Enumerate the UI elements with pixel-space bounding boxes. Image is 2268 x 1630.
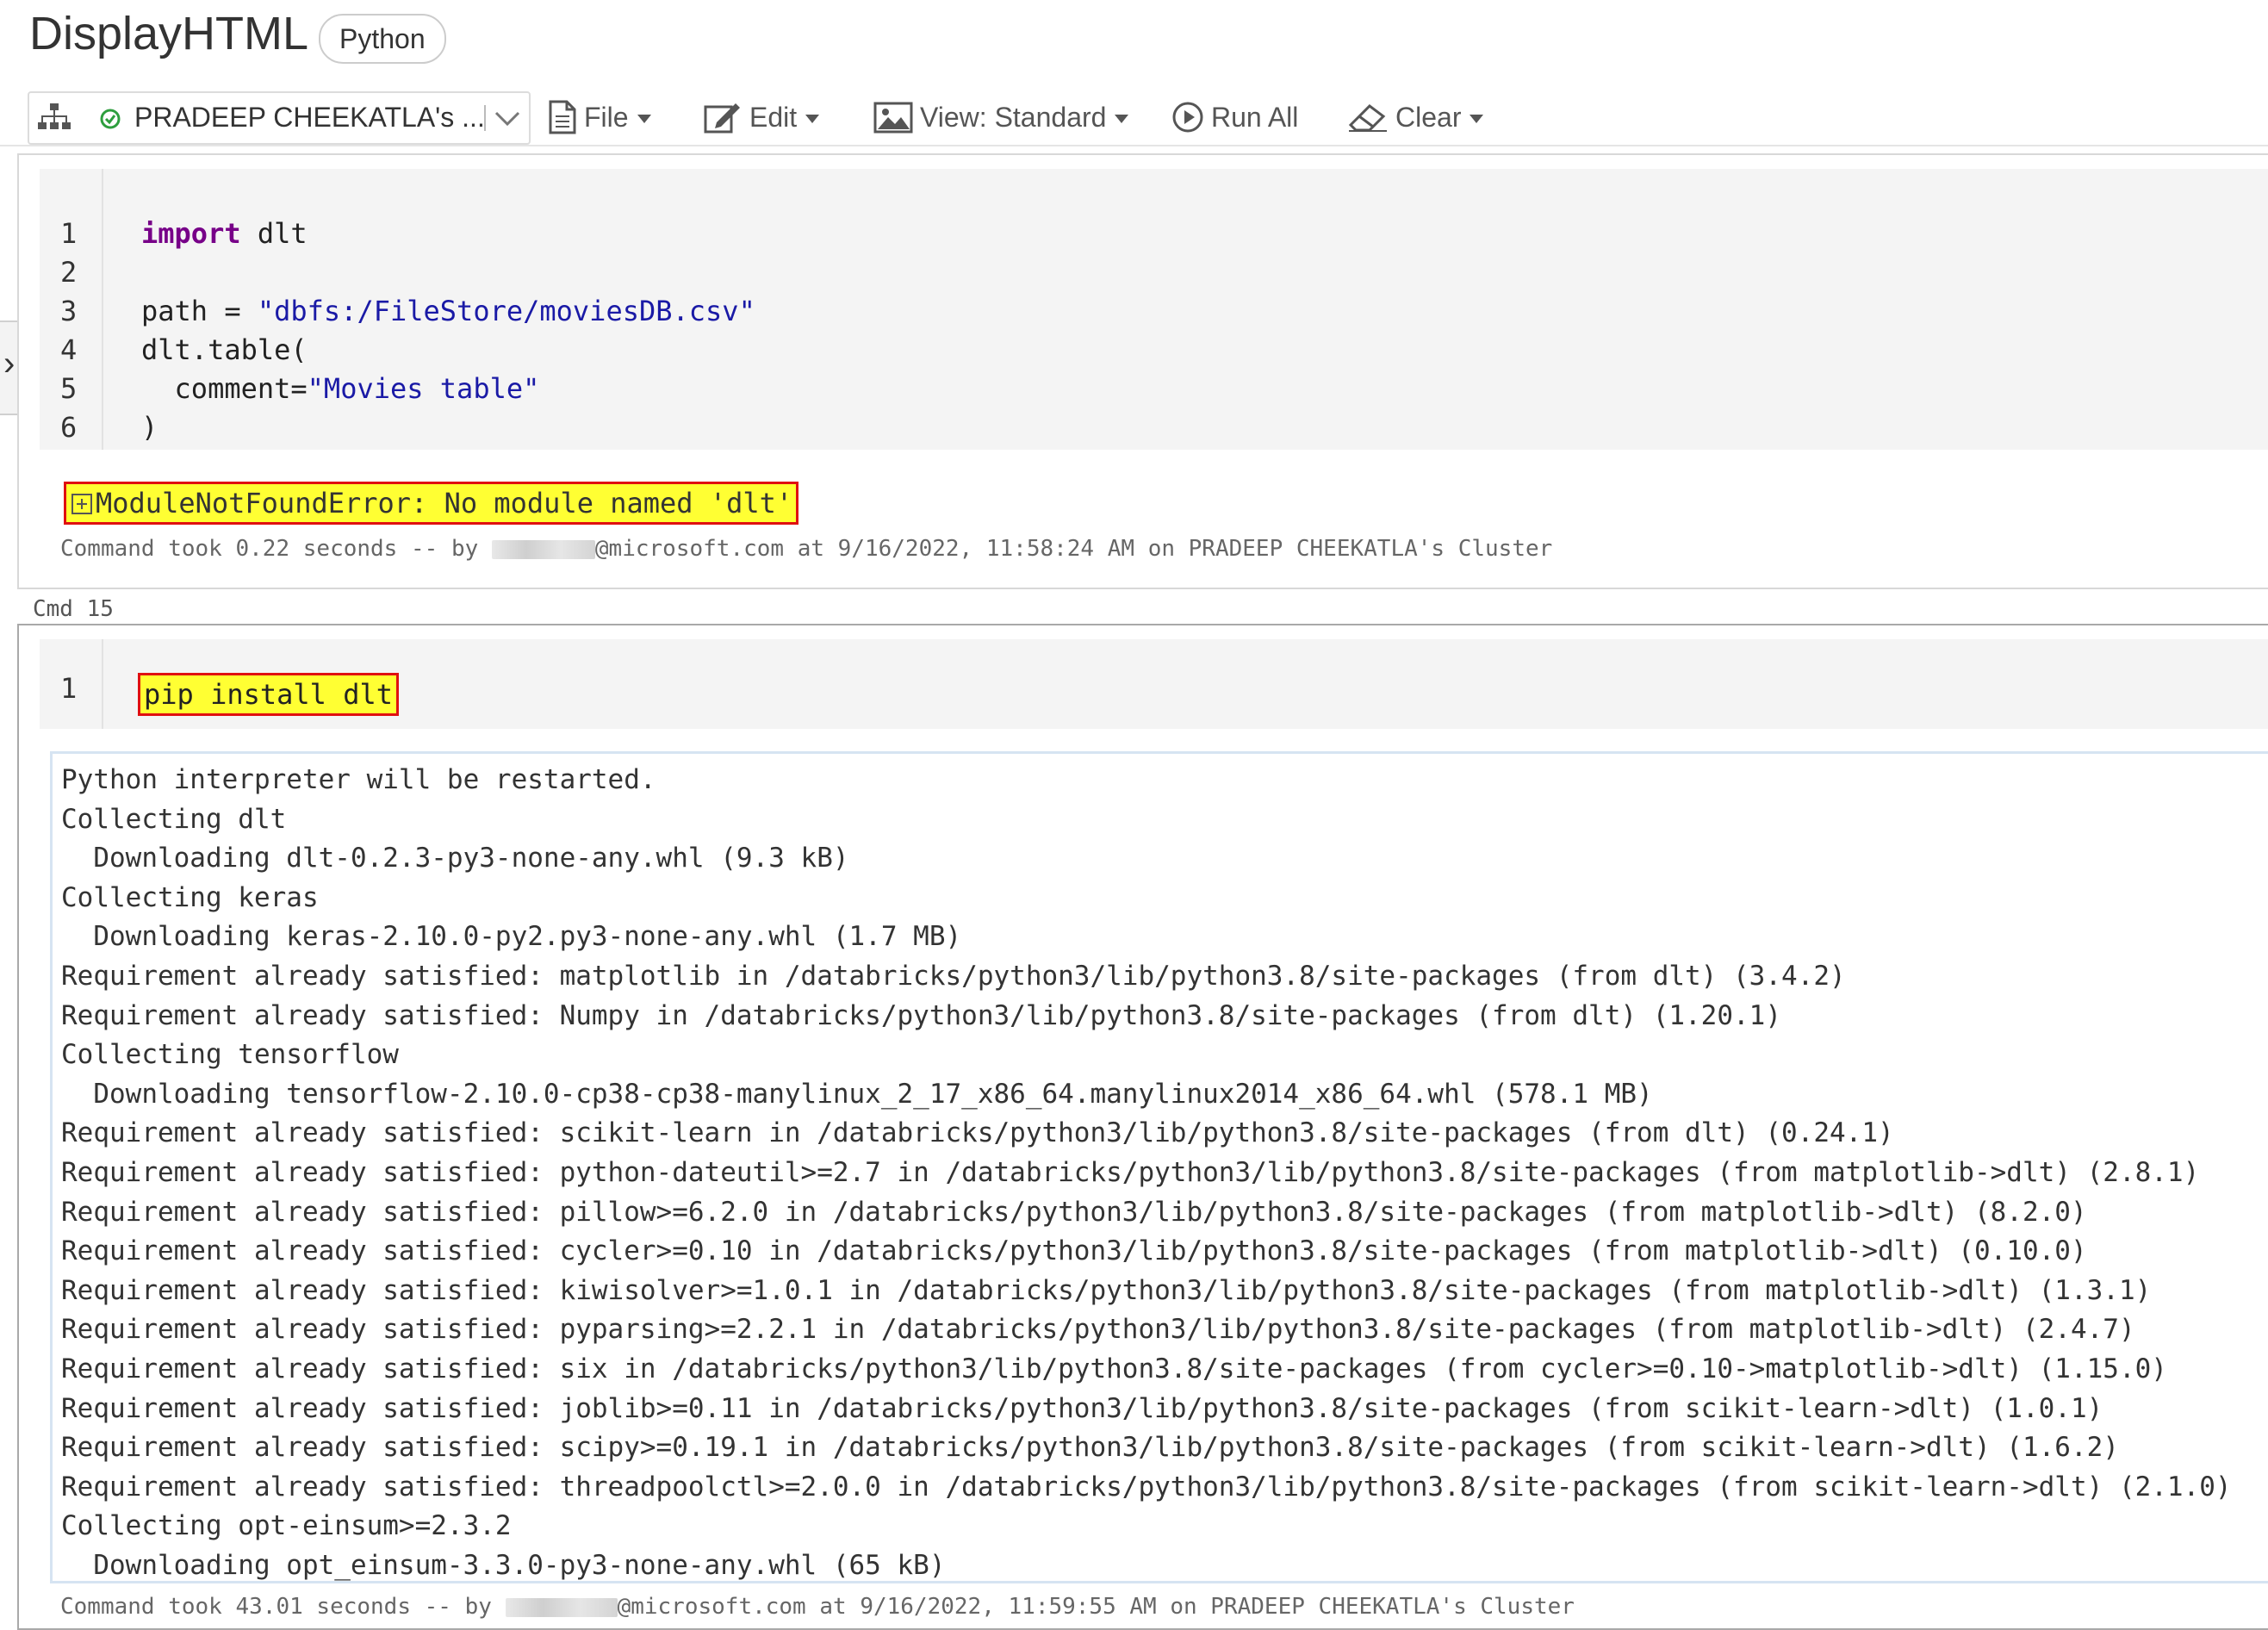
output-line: Requirement already satisfied: python-da… — [61, 1157, 2200, 1188]
cmd-label: Cmd 15 — [33, 596, 114, 622]
code-line: import dlt — [141, 217, 308, 250]
run-all-label: Run All — [1211, 101, 1299, 133]
output-line: Python interpreter will be restarted. — [61, 764, 656, 795]
edit-icon — [704, 103, 740, 134]
notebook-cell-2[interactable]: 1 pip install dlt Python interpreter wil… — [17, 624, 2268, 1630]
error-message[interactable]: ModuleNotFoundError: No module named 'dl… — [64, 482, 799, 525]
file-menu-button[interactable]: File — [548, 100, 651, 134]
output-line: Requirement already satisfied: Numpy in … — [61, 999, 1782, 1031]
cluster-name: PRADEEP CHEEKATLA's ... — [134, 102, 485, 133]
output-line: Requirement already satisfied: cycler>=0… — [61, 1235, 2087, 1267]
image-icon — [873, 102, 913, 134]
output-line: Requirement already satisfied: kiwisolve… — [61, 1274, 2152, 1306]
output-line: Requirement already satisfied: scikit-le… — [61, 1117, 1894, 1149]
output-line: Requirement already satisfied: pillow>=6… — [61, 1196, 2087, 1228]
error-text: ModuleNotFoundError: No module named 'dl… — [96, 487, 793, 519]
file-menu-label: File — [584, 101, 629, 133]
cluster-selector[interactable]: PRADEEP CHEEKATLA's ... — [28, 91, 531, 145]
output-line: Downloading keras-2.10.0-py2.py3-none-an… — [61, 921, 962, 953]
caret-down-icon — [1115, 115, 1129, 123]
footer-prefix: Command took 43.01 seconds -- by — [60, 1594, 506, 1620]
view-menu-button[interactable]: View: Standard — [873, 100, 1129, 134]
language-badge[interactable]: Python — [319, 14, 446, 64]
line-number: 5 — [60, 372, 78, 405]
eraser-icon — [1348, 104, 1387, 132]
output-line: Requirement already satisfied: matplotli… — [61, 961, 1846, 992]
code-line: ) — [141, 411, 158, 444]
footer-suffix: @microsoft.com at 9/16/2022, 11:58:24 AM… — [594, 536, 1553, 562]
code-line: dlt.table( — [141, 333, 308, 366]
code-line: path = "dbfs:/FileStore/moviesDB.csv" — [141, 295, 755, 327]
notebook-title[interactable]: DisplayHTML — [29, 7, 308, 60]
caret-down-icon — [637, 115, 651, 123]
output-line: Collecting opt-einsum>=2.3.2 — [61, 1510, 512, 1542]
code-editor[interactable]: 1 2 3 4 5 6 import dlt path = "dbfs:/Fil… — [40, 169, 2268, 450]
code-text: dlt — [240, 217, 308, 250]
output-line: Requirement already satisfied: scipy>=0.… — [61, 1432, 2119, 1464]
line-number: 2 — [60, 256, 78, 289]
cell-output[interactable]: Python interpreter will be restarted. Col… — [50, 751, 2268, 1583]
output-line: Downloading tensorflow-2.10.0-cp38-cp38-… — [61, 1078, 1653, 1110]
code-line: comment="Movies table" — [141, 372, 540, 405]
code-string: "dbfs:/FileStore/moviesDB.csv" — [257, 295, 755, 327]
run-all-button[interactable]: Run All — [1171, 100, 1298, 134]
expand-plus-icon[interactable] — [71, 494, 92, 514]
caret-down-icon — [805, 115, 820, 123]
clear-menu-button[interactable]: Clear — [1347, 100, 1484, 134]
notebook-cell-1[interactable]: 1 2 3 4 5 6 import dlt path = "dbfs:/Fil… — [17, 153, 2268, 589]
caret-down-icon — [1470, 115, 1484, 123]
code-line-highlighted: pip install dlt — [138, 673, 399, 716]
chevron-down-icon[interactable] — [493, 105, 522, 131]
expand-panel-icon: › — [3, 345, 16, 383]
status-ok-icon — [100, 109, 121, 129]
edit-menu-button[interactable]: Edit — [703, 100, 820, 134]
output-line: Collecting tensorflow — [61, 1039, 399, 1071]
code-text: path = — [141, 295, 258, 327]
line-number: 6 — [60, 411, 78, 444]
output-line: Requirement already satisfied: six in /d… — [61, 1353, 2167, 1384]
line-number: 1 — [60, 217, 78, 250]
command-footer: Command took 0.22 seconds -- by @microso… — [60, 536, 1552, 562]
redacted-email — [491, 539, 595, 559]
code-string: "Movies table" — [307, 372, 540, 405]
line-gutter: 1 — [40, 639, 103, 729]
output-line: Downloading dlt-0.2.3-py3-none-any.whl (… — [61, 843, 849, 874]
line-number: 4 — [60, 333, 78, 366]
line-gutter: 1 2 3 4 5 6 — [40, 169, 103, 450]
edit-menu-label: Edit — [749, 101, 798, 133]
footer-prefix: Command took 0.22 seconds -- by — [60, 536, 492, 562]
clear-menu-label: Clear — [1395, 101, 1462, 133]
notebook-toolbar: PRADEEP CHEEKATLA's ... File Edit View: … — [0, 90, 2268, 146]
footer-suffix: @microsoft.com at 9/16/2022, 11:59:55 AM… — [617, 1594, 1575, 1620]
code-keyword: import — [141, 217, 241, 250]
output-line: Requirement already satisfied: joblib>=0… — [61, 1392, 2103, 1424]
output-line: Collecting dlt — [61, 803, 287, 835]
cluster-divider — [484, 105, 486, 131]
line-number: 1 — [60, 672, 78, 705]
view-menu-label: View: Standard — [920, 101, 1107, 133]
output-line: Downloading opt_einsum-3.3.0-py3-none-an… — [61, 1550, 946, 1581]
cluster-tree-icon — [38, 103, 71, 129]
code-editor[interactable]: 1 pip install dlt — [40, 639, 2268, 729]
command-footer: Command took 43.01 seconds -- by @micros… — [60, 1594, 1575, 1620]
code-text: comment= — [141, 372, 308, 405]
redacted-email — [505, 1597, 618, 1617]
output-line: Requirement already satisfied: pyparsing… — [61, 1314, 2135, 1346]
file-icon — [549, 100, 576, 134]
line-number: 3 — [60, 295, 78, 327]
output-line: Requirement already satisfied: threadpoo… — [61, 1471, 2232, 1502]
play-icon — [1172, 102, 1203, 133]
output-line: Collecting keras — [61, 881, 319, 913]
